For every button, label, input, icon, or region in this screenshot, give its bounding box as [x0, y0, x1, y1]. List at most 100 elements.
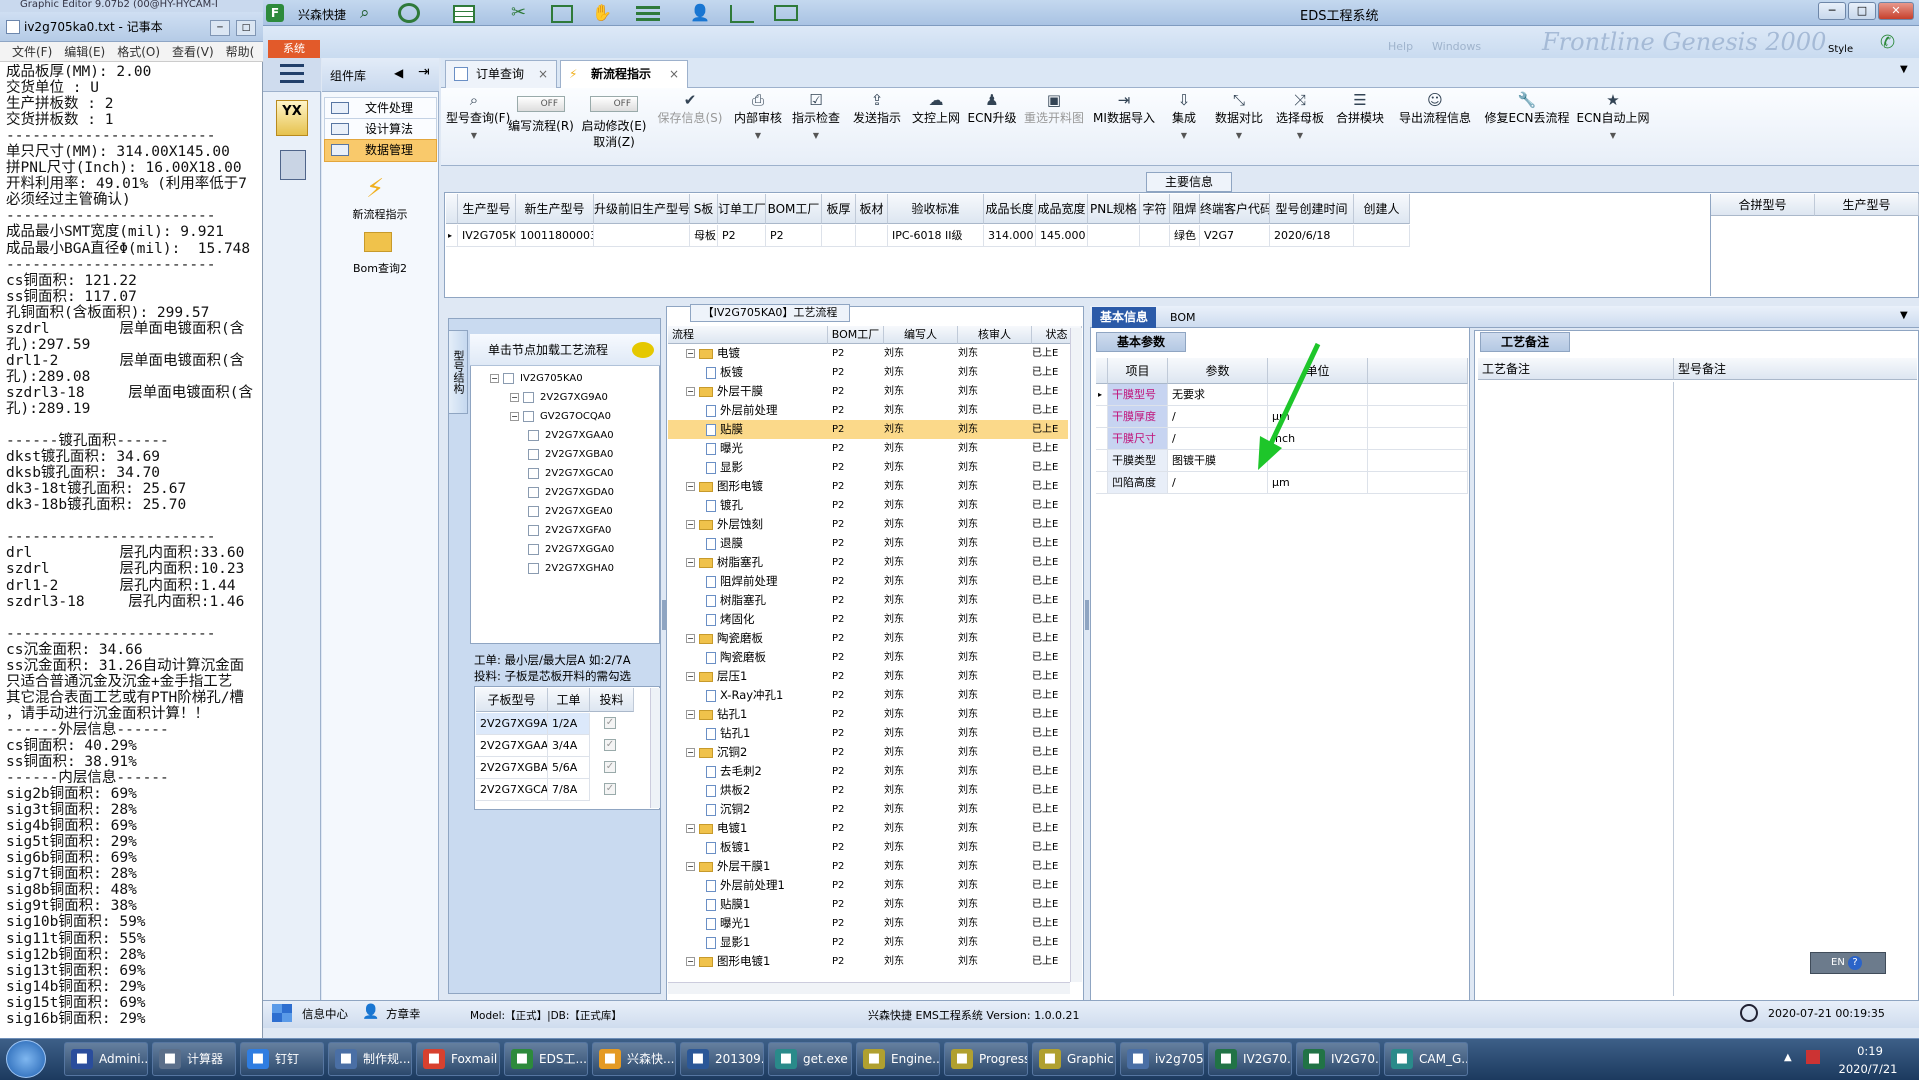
grid-cell[interactable] — [1140, 225, 1170, 247]
toolbar-button[interactable]: OFF 启动修改(E) 取消(Z) — [580, 90, 648, 162]
flow-row[interactable]: 板镀1 P2 刘东 刘东 已上E — [668, 838, 1068, 857]
invest-checkbox[interactable]: ✓ — [604, 717, 616, 729]
flow-row[interactable]: − 图形电镀1 P2 刘东 刘东 已上E — [668, 952, 1068, 971]
dropdown-arrow-icon[interactable]: ▼ — [446, 128, 502, 144]
row-indicator-icon[interactable]: ▸ — [1096, 384, 1108, 406]
close-icon[interactable]: × — [669, 61, 679, 87]
flow-row[interactable]: 贴膜1 P2 刘东 刘东 已上E — [668, 895, 1068, 914]
chat-bubble-icon[interactable] — [632, 342, 654, 358]
tree-toggle-icon[interactable]: − — [686, 558, 695, 567]
flow-row[interactable]: − 层压1 P2 刘东 刘东 已上E — [668, 667, 1068, 686]
tree-toggle-icon[interactable]: − — [686, 482, 695, 491]
invest-checkbox[interactable]: ✓ — [604, 761, 616, 773]
flow-row[interactable]: 烤固化 P2 刘东 刘东 已上E — [668, 610, 1068, 629]
component-item[interactable]: 数据管理 — [324, 139, 437, 162]
tree-node[interactable]: 2V2G7XGDA0 — [528, 484, 614, 502]
collapse-left-icon[interactable]: ◀ — [394, 66, 403, 80]
toolbar-button[interactable]: 🔧 修复ECN丢流程 — [1482, 90, 1572, 162]
model-remark-text[interactable] — [1674, 382, 1917, 996]
flow-row[interactable]: 显影 P2 刘东 刘东 已上E — [668, 458, 1068, 477]
user-quick-icon[interactable]: 👤 — [690, 3, 710, 22]
tree-node[interactable]: 2V2G7XGBA0 — [528, 446, 613, 464]
basic-collapse-icon[interactable]: ▼ — [1900, 310, 1908, 321]
toggle-switch[interactable]: OFF — [590, 96, 638, 112]
tab-new-flow[interactable]: 新流程指示 × ⚡ — [560, 60, 688, 88]
bom-folder-icon[interactable] — [364, 232, 392, 252]
flow-row[interactable]: 曝光 P2 刘东 刘东 已上E — [668, 439, 1068, 458]
grid-cell[interactable] — [1088, 225, 1140, 247]
toolbar-button[interactable]: OFF 编写流程(R) — [506, 90, 576, 162]
table-quick-icon[interactable] — [453, 5, 475, 23]
language-bar[interactable]: EN ? — [1810, 952, 1886, 974]
chart-quick-icon[interactable] — [730, 5, 754, 23]
flow-row[interactable]: 外层前处理1 P2 刘东 刘东 已上E — [668, 876, 1068, 895]
toolbar-button[interactable]: ⤡ 数据对比 ▼ — [1210, 90, 1268, 162]
toolbar-button[interactable]: ♟ ECN升级 — [966, 90, 1018, 162]
tree-toggle-icon[interactable]: − — [490, 373, 499, 383]
flow-row[interactable]: − 电镀 P2 刘东 刘东 已上E — [668, 344, 1068, 363]
taskbar-item[interactable]: ■ 计算器 — [152, 1042, 236, 1076]
sub-grid-cell[interactable]: 5/6A — [548, 757, 590, 779]
tree-node[interactable]: − IV2G705KA0 — [490, 370, 583, 388]
grid-cell[interactable]: IPC-6018 II级 — [888, 225, 984, 247]
toolbar-button[interactable]: ☁ 文控上网 — [910, 90, 962, 162]
flow-row[interactable]: 显影1 P2 刘东 刘东 已上E — [668, 933, 1068, 952]
notepad-menu-item[interactable]: 格式(O) — [117, 45, 160, 59]
grid-cell[interactable]: P2 — [766, 225, 822, 247]
grid-cell[interactable]: 10011800003105 — [516, 225, 594, 247]
grid-cell[interactable]: 2020/6/18 — [1270, 225, 1354, 247]
tree-toggle-icon[interactable]: − — [686, 710, 695, 719]
taskbar-item[interactable]: ■ Graphic... — [1032, 1042, 1116, 1076]
flow-hscrollbar[interactable] — [668, 982, 1070, 994]
sub-tab-basic-params[interactable]: 基本参数 — [1096, 332, 1186, 352]
sub-grid-cell[interactable]: 1/2A — [548, 713, 590, 735]
taskbar-item[interactable]: ■ 钉钉 — [240, 1042, 324, 1076]
toolbar-button[interactable]: ▣ 重选开料图 — [1022, 90, 1086, 162]
toolbar-button[interactable]: ⤨ 选择母板 ▼ — [1272, 90, 1328, 162]
tree-toggle-icon[interactable]: − — [686, 520, 695, 529]
sub-grid-cell[interactable]: 2V2G7XGBA0 — [476, 757, 548, 779]
grid-cell[interactable]: IV2G705KA0 — [458, 225, 516, 247]
sub-grid-scrollbar[interactable] — [650, 688, 660, 808]
taskbar-item[interactable]: ■ Engine... — [856, 1042, 940, 1076]
splitter-left[interactable] — [662, 600, 666, 630]
flow-row[interactable]: 镀孔 P2 刘东 刘东 已上E — [668, 496, 1068, 515]
grid-cell[interactable]: 145.000 — [1036, 225, 1088, 247]
notepad-menu-item[interactable]: 文件(F) — [12, 45, 52, 59]
grid-cell[interactable]: V2G7 — [1200, 225, 1270, 247]
calculator-nav-icon[interactable] — [280, 150, 306, 180]
toolbar-button[interactable]: ☑ 指示检查 ▼ — [788, 90, 844, 162]
minimize-button[interactable]: ─ — [210, 20, 230, 36]
flow-row[interactable]: 阻焊前处理 P2 刘东 刘东 已上E — [668, 572, 1068, 591]
film-quick-icon[interactable] — [551, 5, 573, 23]
sub-grid-cell[interactable]: 2V2G7XGAA0 — [476, 735, 548, 757]
pin-icon[interactable]: ⇥ — [418, 64, 430, 80]
taskbar-item[interactable]: ■ CAM_G... — [1384, 1042, 1468, 1076]
process-remark-text[interactable] — [1478, 382, 1674, 996]
grid-cell[interactable]: P2 — [718, 225, 766, 247]
flow-row[interactable]: − 图形电镀 P2 刘东 刘东 已上E — [668, 477, 1068, 496]
taskbar-item[interactable]: ■ Foxmail — [416, 1042, 500, 1076]
globe-quick-icon[interactable] — [398, 3, 420, 23]
grid-cell[interactable]: 314.000 — [984, 225, 1036, 247]
sub-grid-cell[interactable]: 7/8A — [548, 779, 590, 801]
flow-row[interactable]: 钻孔1 P2 刘东 刘东 已上E — [668, 724, 1068, 743]
row-indicator-icon[interactable]: ▸ — [446, 225, 458, 247]
flow-row[interactable]: X-Ray冲孔1 P2 刘东 刘东 已上E — [668, 686, 1068, 705]
screen-quick-icon[interactable] — [774, 5, 798, 21]
system-tab[interactable]: 系统 — [268, 40, 320, 58]
flow-row[interactable]: − 外层干膜 P2 刘东 刘东 已上E — [668, 382, 1068, 401]
tree-toggle-icon[interactable]: − — [510, 392, 519, 402]
tray-flag-icon[interactable] — [1806, 1050, 1820, 1064]
yx-icon[interactable]: YX — [276, 100, 308, 136]
list-quick-icon[interactable] — [636, 6, 660, 22]
tree-node[interactable]: 2V2G7XGGA0 — [528, 541, 614, 559]
flow-row[interactable]: − 电镀1 P2 刘东 刘东 已上E — [668, 819, 1068, 838]
tray-clock-time[interactable]: 0:19 — [1840, 1044, 1900, 1058]
tree-toggle-icon[interactable]: − — [686, 634, 695, 643]
flow-row[interactable]: − 陶瓷磨板 P2 刘东 刘东 已上E — [668, 629, 1068, 648]
dropdown-arrow-icon[interactable]: ▼ — [732, 128, 784, 144]
sub-grid-cell[interactable]: 2V2G7XGCA0 — [476, 779, 548, 801]
tree-toggle-icon[interactable]: − — [686, 862, 695, 871]
taskbar-item[interactable]: ■ 201309... — [680, 1042, 764, 1076]
